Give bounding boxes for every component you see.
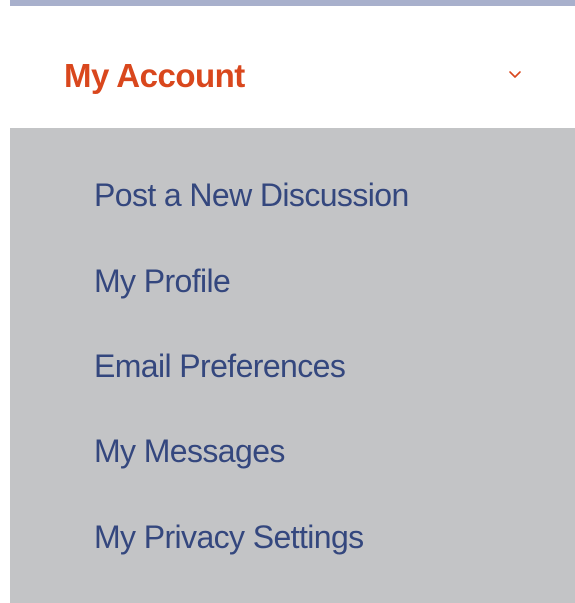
- my-account-menu-toggle[interactable]: My Account: [0, 6, 575, 128]
- account-submenu: Post a New Discussion My Profile Email P…: [10, 128, 575, 603]
- submenu-item-email-preferences[interactable]: Email Preferences: [94, 344, 346, 388]
- submenu-item-my-privacy-settings[interactable]: My Privacy Settings: [94, 515, 364, 559]
- submenu-item-my-profile[interactable]: My Profile: [94, 259, 231, 303]
- chevron-down-icon[interactable]: [508, 70, 522, 80]
- submenu-item-post-new-discussion[interactable]: Post a New Discussion: [94, 173, 409, 217]
- my-account-title: My Account: [64, 57, 245, 94]
- submenu-item-my-messages[interactable]: My Messages: [94, 429, 285, 473]
